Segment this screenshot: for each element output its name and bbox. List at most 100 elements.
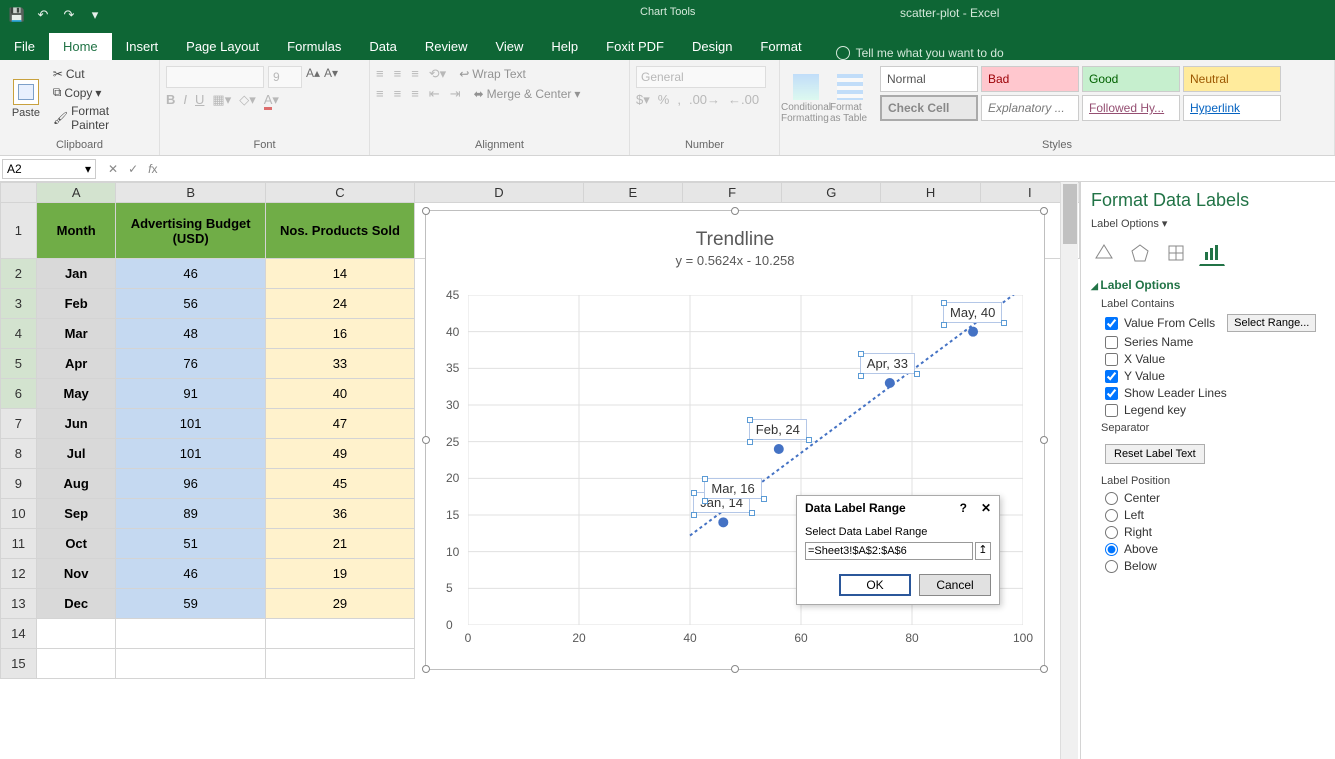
cell-C10[interactable]: 36 (265, 499, 414, 529)
row-header-12[interactable]: 12 (1, 559, 37, 589)
underline-button[interactable]: U (195, 92, 204, 108)
tab-review[interactable]: Review (411, 33, 482, 60)
cell-A6[interactable]: May (36, 379, 116, 409)
reset-label-text-button[interactable]: Reset Label Text (1105, 444, 1205, 464)
cell-C13[interactable]: 29 (265, 589, 414, 619)
chk-leader-lines[interactable]: Show Leader Lines (1105, 386, 1325, 400)
orientation-icon[interactable]: ⟲▾ (429, 66, 446, 82)
chk-y-value[interactable]: Y Value (1105, 369, 1325, 383)
percent-icon[interactable]: % (658, 92, 670, 108)
style-normal[interactable]: Normal (880, 66, 978, 92)
cell-B6[interactable]: 91 (116, 379, 265, 409)
label-options-icon[interactable] (1199, 240, 1225, 266)
number-format-dropdown[interactable]: General (636, 66, 766, 88)
cell-C4[interactable]: 16 (265, 319, 414, 349)
row-header-2[interactable]: 2 (1, 259, 37, 289)
fill-color-button[interactable]: ◇▾ (239, 92, 256, 108)
font-name-dropdown[interactable] (166, 66, 264, 88)
cell-B10[interactable]: 89 (116, 499, 265, 529)
format-painter-button[interactable]: 🖌Format Painter (50, 103, 153, 133)
shrink-font-icon[interactable]: A▾ (324, 66, 338, 88)
col-header-E[interactable]: E (583, 183, 682, 203)
cell-B3[interactable]: 56 (116, 289, 265, 319)
row-header-10[interactable]: 10 (1, 499, 37, 529)
tab-view[interactable]: View (481, 33, 537, 60)
label-options-header[interactable]: Label Options (1091, 278, 1325, 292)
tab-data[interactable]: Data (355, 33, 410, 60)
tab-design[interactable]: Design (678, 33, 746, 60)
chk-value-from-cells[interactable]: Value From CellsSelect Range... (1105, 314, 1325, 332)
inc-decimal-icon[interactable]: .00→ (689, 92, 720, 108)
cell-B7[interactable]: 101 (116, 409, 265, 439)
tab-file[interactable]: File (0, 33, 49, 60)
cell-B9[interactable]: 96 (116, 469, 265, 499)
size-props-icon[interactable] (1163, 240, 1189, 266)
cell-C8[interactable]: 49 (265, 439, 414, 469)
radio-below[interactable]: Below (1105, 559, 1325, 573)
font-color-button[interactable]: A▾ (264, 92, 279, 108)
grow-font-icon[interactable]: A▴ (306, 66, 320, 88)
vertical-scrollbar[interactable] (1060, 182, 1078, 759)
save-icon[interactable]: 💾 (8, 6, 26, 24)
worksheet-grid[interactable]: A B C D E F G H I 1 Month Advertising Bu… (0, 182, 1080, 759)
align-center-icon[interactable]: ≡ (394, 86, 402, 102)
row-header-13[interactable]: 13 (1, 589, 37, 619)
enter-formula-icon[interactable]: ✓ (128, 162, 138, 176)
indent-dec-icon[interactable]: ⇤ (429, 86, 440, 102)
header-month[interactable]: Month (36, 203, 116, 259)
border-button[interactable]: ▦▾ (212, 92, 231, 108)
cell-A8[interactable]: Jul (36, 439, 116, 469)
row-header-6[interactable]: 6 (1, 379, 37, 409)
cell-C5[interactable]: 33 (265, 349, 414, 379)
header-sold[interactable]: Nos. Products Sold (265, 203, 414, 259)
data-label[interactable]: May, 40 (943, 302, 1002, 323)
cancel-button[interactable]: Cancel (919, 574, 991, 596)
align-top-icon[interactable]: ≡ (376, 66, 384, 82)
col-header-A[interactable]: A (36, 183, 116, 203)
cell-A9[interactable]: Aug (36, 469, 116, 499)
font-size-dropdown[interactable]: 9 (268, 66, 302, 88)
chk-x-value[interactable]: X Value (1105, 352, 1325, 366)
redo-icon[interactable]: ↷ (60, 6, 78, 24)
cell-B12[interactable]: 46 (116, 559, 265, 589)
col-header-H[interactable]: H (881, 183, 980, 203)
chk-series-name[interactable]: Series Name (1105, 335, 1325, 349)
tab-foxit[interactable]: Foxit PDF (592, 33, 678, 60)
close-icon[interactable]: ✕ (981, 501, 991, 515)
style-bad[interactable]: Bad (981, 66, 1079, 92)
cell-A7[interactable]: Jun (36, 409, 116, 439)
style-check-cell[interactable]: Check Cell (880, 95, 978, 121)
conditional-formatting-button[interactable]: Conditional Formatting (786, 66, 826, 132)
col-header-D[interactable]: D (415, 183, 584, 203)
align-middle-icon[interactable]: ≡ (394, 66, 402, 82)
col-header-G[interactable]: G (782, 183, 881, 203)
row-header-5[interactable]: 5 (1, 349, 37, 379)
col-header-F[interactable]: F (682, 183, 781, 203)
cell-A2[interactable]: Jan (36, 259, 116, 289)
pane-subtitle[interactable]: Label Options ▾ (1091, 217, 1325, 230)
name-box[interactable]: A2▾ (2, 159, 96, 179)
row-header-11[interactable]: 11 (1, 529, 37, 559)
cell-C7[interactable]: 47 (265, 409, 414, 439)
row-header-15[interactable]: 15 (1, 649, 37, 679)
effects-icon[interactable] (1127, 240, 1153, 266)
row-header-7[interactable]: 7 (1, 409, 37, 439)
format-as-table-button[interactable]: Format as Table (830, 66, 870, 132)
chk-legend-key[interactable]: Legend key (1105, 403, 1325, 417)
tab-home[interactable]: Home (49, 33, 112, 60)
ok-button[interactable]: OK (839, 574, 911, 596)
qat-customize-icon[interactable]: ▾ (86, 6, 104, 24)
style-explanatory[interactable]: Explanatory ... (981, 95, 1079, 121)
cell-A11[interactable]: Oct (36, 529, 116, 559)
data-label[interactable]: Feb, 24 (749, 419, 807, 440)
tab-formulas[interactable]: Formulas (273, 33, 355, 60)
row-header-14[interactable]: 14 (1, 619, 37, 649)
scatter-chart[interactable]: Trendline y = 0.5624x - 10.258 Data Labe… (425, 210, 1045, 670)
radio-center[interactable]: Center (1105, 491, 1325, 505)
merge-center-button[interactable]: ⬌Merge & Center ▾ (471, 86, 584, 102)
cell-B11[interactable]: 51 (116, 529, 265, 559)
cell-C3[interactable]: 24 (265, 289, 414, 319)
data-label[interactable]: Mar, 16 (704, 478, 761, 499)
copy-button[interactable]: ⧉Copy ▾ (50, 84, 153, 101)
header-budget[interactable]: Advertising Budget (USD) (116, 203, 265, 259)
